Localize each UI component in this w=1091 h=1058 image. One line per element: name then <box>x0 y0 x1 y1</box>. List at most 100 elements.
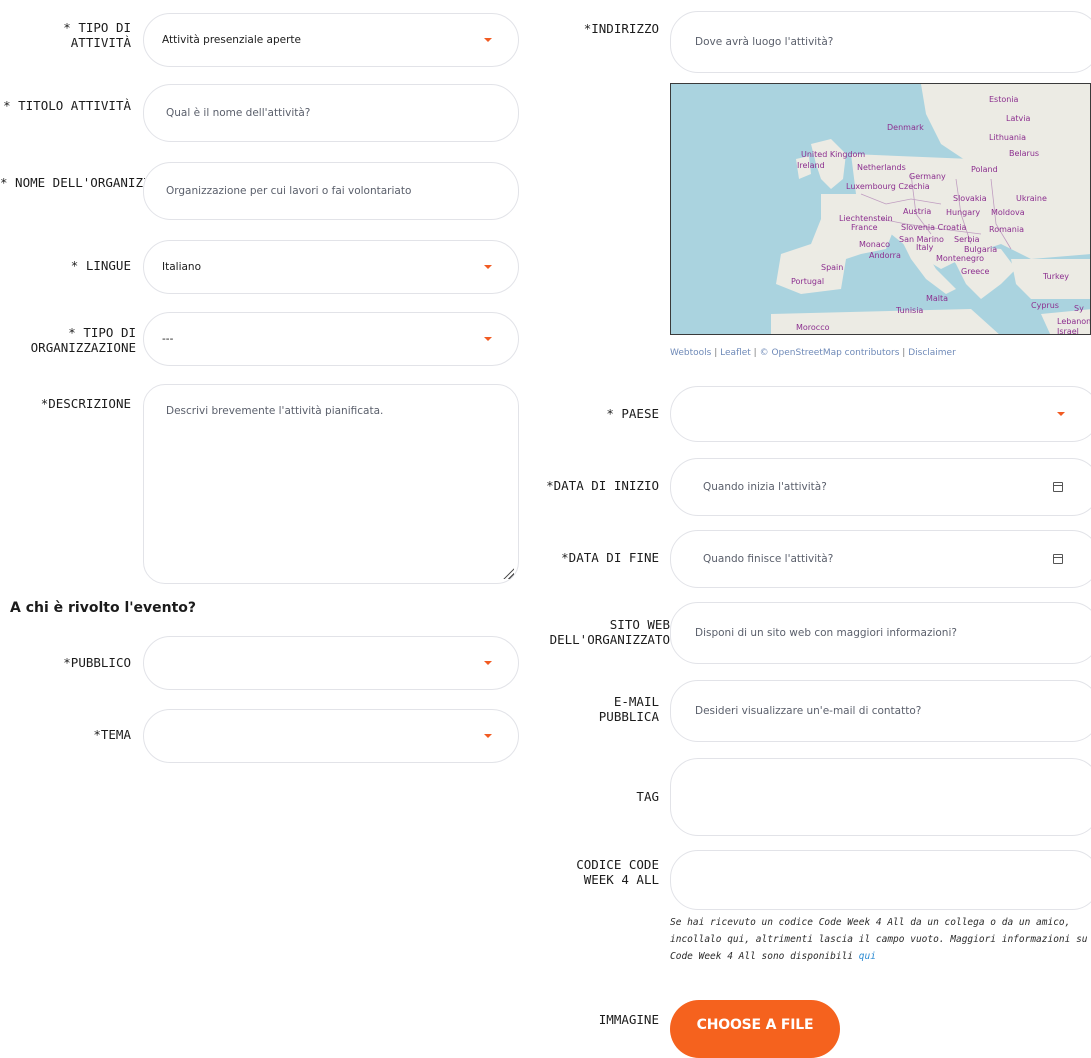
label-titolo: * TITOLO ATTIVITÀ <box>3 98 131 113</box>
osm-link[interactable]: © OpenStreetMap contributors <box>760 348 900 358</box>
tema-select[interactable] <box>143 709 519 763</box>
location-map[interactable]: Estonia Latvia Denmark Lithuania Belarus… <box>670 83 1091 335</box>
label-data-inizio: *DATA DI INIZIO <box>546 478 659 493</box>
svg-text:Monaco: Monaco <box>859 240 890 249</box>
calendar-icon[interactable] <box>1053 482 1063 492</box>
svg-text:Luxembourg Czechia: Luxembourg Czechia <box>846 182 930 191</box>
tipo-organizzazione-select[interactable]: --- <box>143 312 519 366</box>
chevron-down-icon <box>484 265 492 269</box>
label-email: E-MAIL PUBBLICA <box>598 694 659 724</box>
indirizzo-placeholder: Dove avrà luogo l'attività? <box>695 36 834 48</box>
svg-text:Hungary: Hungary <box>946 208 980 217</box>
svg-text:Austria: Austria <box>903 207 931 216</box>
svg-text:Italy: Italy <box>916 243 934 252</box>
svg-text:Israel: Israel <box>1057 327 1079 335</box>
tipo-organizzazione-value: --- <box>162 333 174 345</box>
label-indirizzo: *INDIRIZZO <box>583 21 659 36</box>
svg-text:Cyprus: Cyprus <box>1031 301 1059 310</box>
webtools-link[interactable]: Webtools <box>670 348 711 358</box>
sito-web-placeholder: Disponi di un sito web con maggiori info… <box>695 627 957 639</box>
svg-text:Lebanon: Lebanon <box>1057 317 1091 326</box>
svg-text:Germany: Germany <box>909 172 946 181</box>
svg-text:Malta: Malta <box>926 294 948 303</box>
label-sito-web: SITO WEB DELL'ORGANIZZATO <box>549 617 670 647</box>
svg-text:Bulgaria: Bulgaria <box>964 245 997 254</box>
label-tipo-organizzazione: * TIPO DI ORGANIZZAZIONE <box>30 325 136 355</box>
data-inizio-input[interactable]: Quando inizia l'attività? <box>670 458 1091 516</box>
sito-web-input[interactable]: Disponi di un sito web con maggiori info… <box>670 602 1091 664</box>
label-paese: * PAESE <box>606 406 659 421</box>
svg-text:Ireland: Ireland <box>797 161 825 170</box>
svg-text:Tunisia: Tunisia <box>895 306 923 315</box>
svg-text:Moldova: Moldova <box>991 208 1025 217</box>
pubblico-select[interactable] <box>143 636 519 690</box>
label-codice: CODICE CODE WEEK 4 ALL <box>576 857 659 887</box>
descrizione-textarea[interactable]: Descrivi brevemente l'attività pianifica… <box>143 384 519 584</box>
tipo-attivita-select[interactable]: Attività presenziale aperte <box>143 13 519 67</box>
svg-text:Belarus: Belarus <box>1009 149 1039 158</box>
data-inizio-placeholder: Quando inizia l'attività? <box>703 481 827 493</box>
svg-text:Latvia: Latvia <box>1006 114 1030 123</box>
codice-input[interactable] <box>670 850 1091 910</box>
map-attribution: Webtools | Leaflet | © OpenStreetMap con… <box>670 348 956 358</box>
svg-text:Serbia: Serbia <box>954 235 980 244</box>
descrizione-placeholder: Descrivi brevemente l'attività pianifica… <box>166 405 384 417</box>
titolo-input[interactable]: Qual è il nome dell'attività? <box>143 84 519 142</box>
leaflet-link[interactable]: Leaflet <box>720 348 751 358</box>
codice-hint-text: Se hai ricevuto un codice Code Week 4 Al… <box>670 917 1088 962</box>
map-tiles: Estonia Latvia Denmark Lithuania Belarus… <box>671 84 1091 335</box>
tipo-attivita-value: Attività presenziale aperte <box>162 34 301 46</box>
calendar-icon[interactable] <box>1053 554 1063 564</box>
email-input[interactable]: Desideri visualizzare un'e-mail di conta… <box>670 680 1091 742</box>
svg-text:Spain: Spain <box>821 263 843 272</box>
svg-text:Netherlands: Netherlands <box>857 163 906 172</box>
resize-handle-icon[interactable] <box>502 567 514 579</box>
svg-text:Montenegro: Montenegro <box>936 254 984 263</box>
tag-input[interactable] <box>670 758 1091 836</box>
label-tag: TAG <box>636 789 659 804</box>
svg-text:Poland: Poland <box>971 165 998 174</box>
paese-select[interactable] <box>670 386 1091 442</box>
label-lingue: * LINGUE <box>70 258 131 273</box>
chevron-down-icon <box>1057 412 1065 416</box>
codice-hint: Se hai ricevuto un codice Code Week 4 Al… <box>670 914 1091 965</box>
label-organizzazione: * NOME DELL'ORGANIZZAZI <box>0 175 145 190</box>
organizzazione-placeholder: Organizzazione per cui lavori o fai volo… <box>166 185 412 197</box>
label-data-fine: *DATA DI FINE <box>561 550 659 565</box>
data-fine-input[interactable]: Quando finisce l'attività? <box>670 530 1091 588</box>
lingue-value: Italiano <box>162 261 201 273</box>
svg-text:United Kingdom: United Kingdom <box>801 150 865 159</box>
svg-text:Andorra: Andorra <box>869 251 901 260</box>
svg-text:Portugal: Portugal <box>791 277 824 286</box>
chevron-down-icon <box>484 734 492 738</box>
codice-hint-link[interactable]: qui <box>859 951 876 962</box>
indirizzo-input[interactable]: Dove avrà luogo l'attività? <box>670 11 1091 73</box>
label-pubblico: *PUBBLICO <box>63 655 131 670</box>
svg-text:France: France <box>851 223 878 232</box>
svg-text:Ukraine: Ukraine <box>1016 194 1047 203</box>
titolo-placeholder: Qual è il nome dell'attività? <box>166 107 311 119</box>
svg-text:Liechtenstein: Liechtenstein <box>839 214 893 223</box>
chevron-down-icon <box>484 337 492 341</box>
label-immagine: IMMAGINE <box>598 1012 659 1027</box>
chevron-down-icon <box>484 661 492 665</box>
label-tema: *TEMA <box>93 727 131 742</box>
lingue-select[interactable]: Italiano <box>143 240 519 294</box>
choose-file-button[interactable]: CHOOSE A FILE <box>670 1000 840 1058</box>
svg-text:Morocco: Morocco <box>796 323 830 332</box>
email-placeholder: Desideri visualizzare un'e-mail di conta… <box>695 705 922 717</box>
svg-text:Romania: Romania <box>989 225 1024 234</box>
data-fine-placeholder: Quando finisce l'attività? <box>703 553 834 565</box>
svg-text:Estonia: Estonia <box>989 95 1019 104</box>
svg-text:Denmark: Denmark <box>887 123 924 132</box>
svg-text:Greece: Greece <box>961 267 990 276</box>
organizzazione-input[interactable]: Organizzazione per cui lavori o fai volo… <box>143 162 519 220</box>
svg-text:Slovenia Croatia: Slovenia Croatia <box>901 223 966 232</box>
label-descrizione: *DESCRIZIONE <box>40 396 131 411</box>
svg-text:Turkey: Turkey <box>1042 272 1069 281</box>
label-tipo-attivita: * TIPO DI ATTIVITÀ <box>63 20 131 50</box>
disclaimer-link[interactable]: Disclaimer <box>908 348 956 358</box>
svg-text:Lithuania: Lithuania <box>989 133 1026 142</box>
svg-text:Slovakia: Slovakia <box>953 194 987 203</box>
chevron-down-icon <box>484 38 492 42</box>
